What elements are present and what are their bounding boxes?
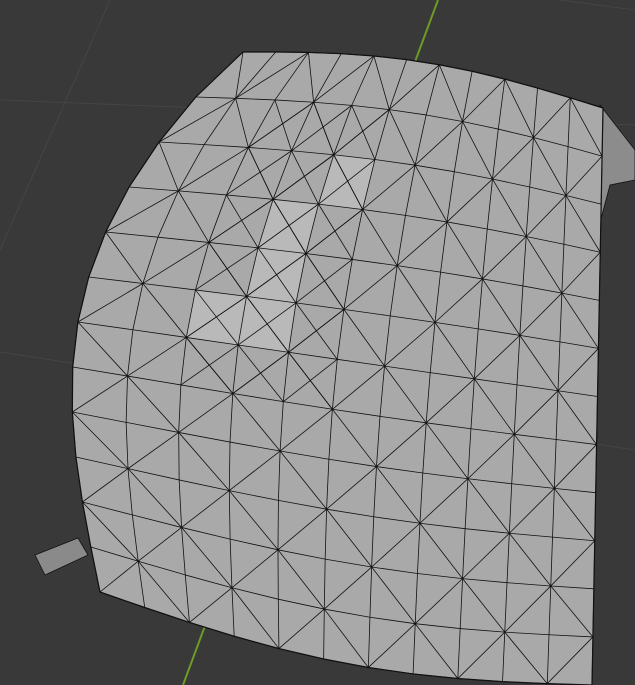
mesh-tab-left bbox=[34, 537, 89, 576]
mesh-object[interactable] bbox=[71, 51, 604, 685]
mesh-surface[interactable] bbox=[71, 51, 604, 685]
3d-viewport[interactable] bbox=[0, 0, 635, 685]
viewport-scene[interactable] bbox=[0, 0, 635, 685]
grid-line bbox=[559, 0, 635, 11]
grid-line bbox=[0, 0, 111, 251]
